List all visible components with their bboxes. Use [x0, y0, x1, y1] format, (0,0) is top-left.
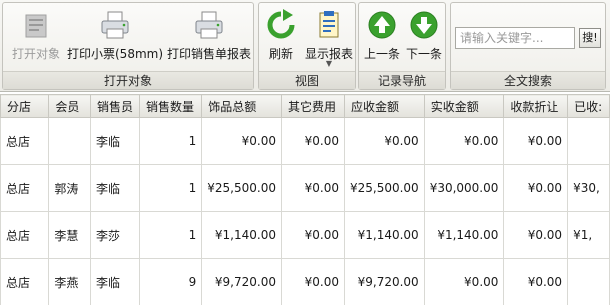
cell-member: 李慧 — [48, 211, 91, 259]
cell-salesperson: 李临 — [89, 164, 140, 212]
next-record-label: 下一条 — [405, 47, 442, 61]
cell-quantity: 1 — [138, 211, 203, 259]
cell-amount-due: ¥25,500.00 — [343, 164, 425, 212]
cell-jewelry-total: ¥25,500.00 — [201, 164, 282, 212]
cell-amount-received: ¥30,000.00 — [423, 164, 505, 212]
next-record-button[interactable]: 下一条 — [403, 7, 445, 67]
cell-quantity: 9 — [138, 258, 203, 305]
column-header-branch[interactable]: 分店 — [0, 94, 50, 118]
cell-other-fees: ¥0.00 — [280, 211, 345, 259]
cell-branch: 总店 — [0, 164, 50, 212]
open-object-icon — [25, 14, 47, 38]
table-row[interactable]: 总店 李慧 李莎 1 ¥1,140.00 ¥0.00 ¥1,140.00 ¥1,… — [0, 211, 610, 259]
column-header-quantity[interactable]: 销售数量 — [138, 94, 203, 118]
arrow-down-icon — [410, 11, 438, 39]
cell-amount-due: ¥1,140.00 — [343, 211, 425, 259]
print-sales-report-label: 打印销售单报表 — [166, 47, 251, 61]
cell-amount-due: ¥0.00 — [343, 117, 425, 165]
cell-salesperson: 李莎 — [89, 211, 140, 259]
group-record-navigation: 上一条 下一条 记录导航 — [358, 2, 446, 90]
search-button[interactable]: 搜! — [579, 28, 601, 48]
column-header-salesperson[interactable]: 销售员 — [89, 94, 140, 118]
open-object-button[interactable]: 打开对象 — [7, 7, 65, 67]
cell-jewelry-total: ¥0.00 — [201, 117, 282, 165]
group-label-fulltext-search: 全文搜索 — [451, 71, 605, 89]
cell-salesperson: 李临 — [89, 258, 140, 305]
cell-amount-due: ¥9,720.00 — [343, 258, 425, 305]
refresh-icon — [267, 9, 295, 39]
column-header-member[interactable]: 会员 — [48, 94, 91, 118]
cell-branch: 总店 — [0, 211, 50, 259]
refresh-button[interactable]: 刷新 — [261, 7, 301, 67]
cell-collected: ¥30, — [567, 164, 610, 212]
print-sales-report-button[interactable]: 打印销售单报表 — [165, 7, 253, 67]
previous-record-label: 上一条 — [363, 47, 400, 61]
cell-quantity: 1 — [138, 117, 203, 165]
group-label-open-object: 打开对象 — [3, 71, 253, 89]
cell-discount: ¥0.00 — [503, 211, 569, 259]
cell-other-fees: ¥0.00 — [280, 258, 345, 305]
group-view: 刷新 显示报表 ▼ 视图 — [258, 2, 356, 90]
column-header-discount[interactable]: 收款折让 — [503, 94, 569, 118]
table-header-row: 分店 会员 销售员 销售数量 饰品总额 其它费用 应收金额 实收金额 收款折让 … — [0, 94, 610, 118]
sales-grid: 分店 会员 销售员 销售数量 饰品总额 其它费用 应收金额 实收金额 收款折让 … — [0, 94, 610, 305]
column-header-amount-received[interactable]: 实收金额 — [423, 94, 505, 118]
cell-member: 郭涛 — [48, 164, 91, 212]
print-receipt-button[interactable]: 打印小票(58mm) — [67, 7, 163, 67]
cell-collected — [567, 258, 610, 305]
printer-icon — [195, 11, 223, 39]
cell-collected — [567, 117, 610, 165]
cell-jewelry-total: ¥1,140.00 — [201, 211, 282, 259]
open-object-label: 打开对象 — [11, 47, 60, 61]
group-open-object: 打开对象 打印小票(58mm) 打印销售单报表 打开对象 — [2, 2, 254, 90]
cell-amount-received: ¥0.00 — [423, 258, 505, 305]
previous-record-button[interactable]: 上一条 — [361, 7, 403, 67]
group-label-record-navigation: 记录导航 — [359, 71, 445, 89]
print-receipt-label: 打印小票(58mm) — [67, 47, 164, 61]
column-header-other-fees[interactable]: 其它费用 — [280, 94, 345, 118]
cell-discount: ¥0.00 — [503, 117, 569, 165]
report-icon — [319, 11, 339, 38]
table-row[interactable]: 总店 李临 1 ¥0.00 ¥0.00 ¥0.00 ¥0.00 ¥0.00 — [0, 117, 610, 165]
column-header-jewelry-total[interactable]: 饰品总额 — [201, 94, 282, 118]
ribbon-toolbar: 打开对象 打印小票(58mm) 打印销售单报表 打开对象 刷新 显示报表 ▼ 视… — [0, 0, 610, 92]
show-report-button[interactable]: 显示报表 ▼ — [303, 7, 355, 68]
cell-other-fees: ¥0.00 — [280, 164, 345, 212]
printer-icon — [101, 11, 129, 39]
refresh-label: 刷新 — [268, 47, 293, 61]
cell-member — [48, 117, 91, 165]
cell-jewelry-total: ¥9,720.00 — [201, 258, 282, 305]
column-header-amount-due[interactable]: 应收金额 — [343, 94, 425, 118]
cell-collected: ¥1, — [567, 211, 610, 259]
table-row[interactable]: 总店 郭涛 李临 1 ¥25,500.00 ¥0.00 ¥25,500.00 ¥… — [0, 164, 610, 212]
cell-member: 李燕 — [48, 258, 91, 305]
cell-salesperson: 李临 — [89, 117, 140, 165]
search-input[interactable] — [455, 27, 575, 49]
cell-quantity: 1 — [138, 164, 203, 212]
sales-table: 分店 会员 销售员 销售数量 饰品总额 其它费用 应收金额 实收金额 收款折让 … — [0, 94, 610, 305]
cell-discount: ¥0.00 — [503, 258, 569, 305]
chevron-down-icon: ▼ — [325, 59, 333, 68]
group-fulltext-search: 搜! 全文搜索 — [450, 2, 606, 90]
cell-discount: ¥0.00 — [503, 164, 569, 212]
column-header-collected[interactable]: 已收: — [567, 94, 610, 118]
cell-amount-received: ¥1,140.00 — [423, 211, 505, 259]
cell-branch: 总店 — [0, 258, 50, 305]
table-row[interactable]: 总店 李燕 李临 9 ¥9,720.00 ¥0.00 ¥9,720.00 ¥0.… — [0, 258, 610, 305]
cell-branch: 总店 — [0, 117, 50, 165]
group-label-view: 视图 — [259, 71, 355, 89]
arrow-up-icon — [368, 11, 396, 39]
cell-amount-received: ¥0.00 — [423, 117, 505, 165]
cell-other-fees: ¥0.00 — [280, 117, 345, 165]
